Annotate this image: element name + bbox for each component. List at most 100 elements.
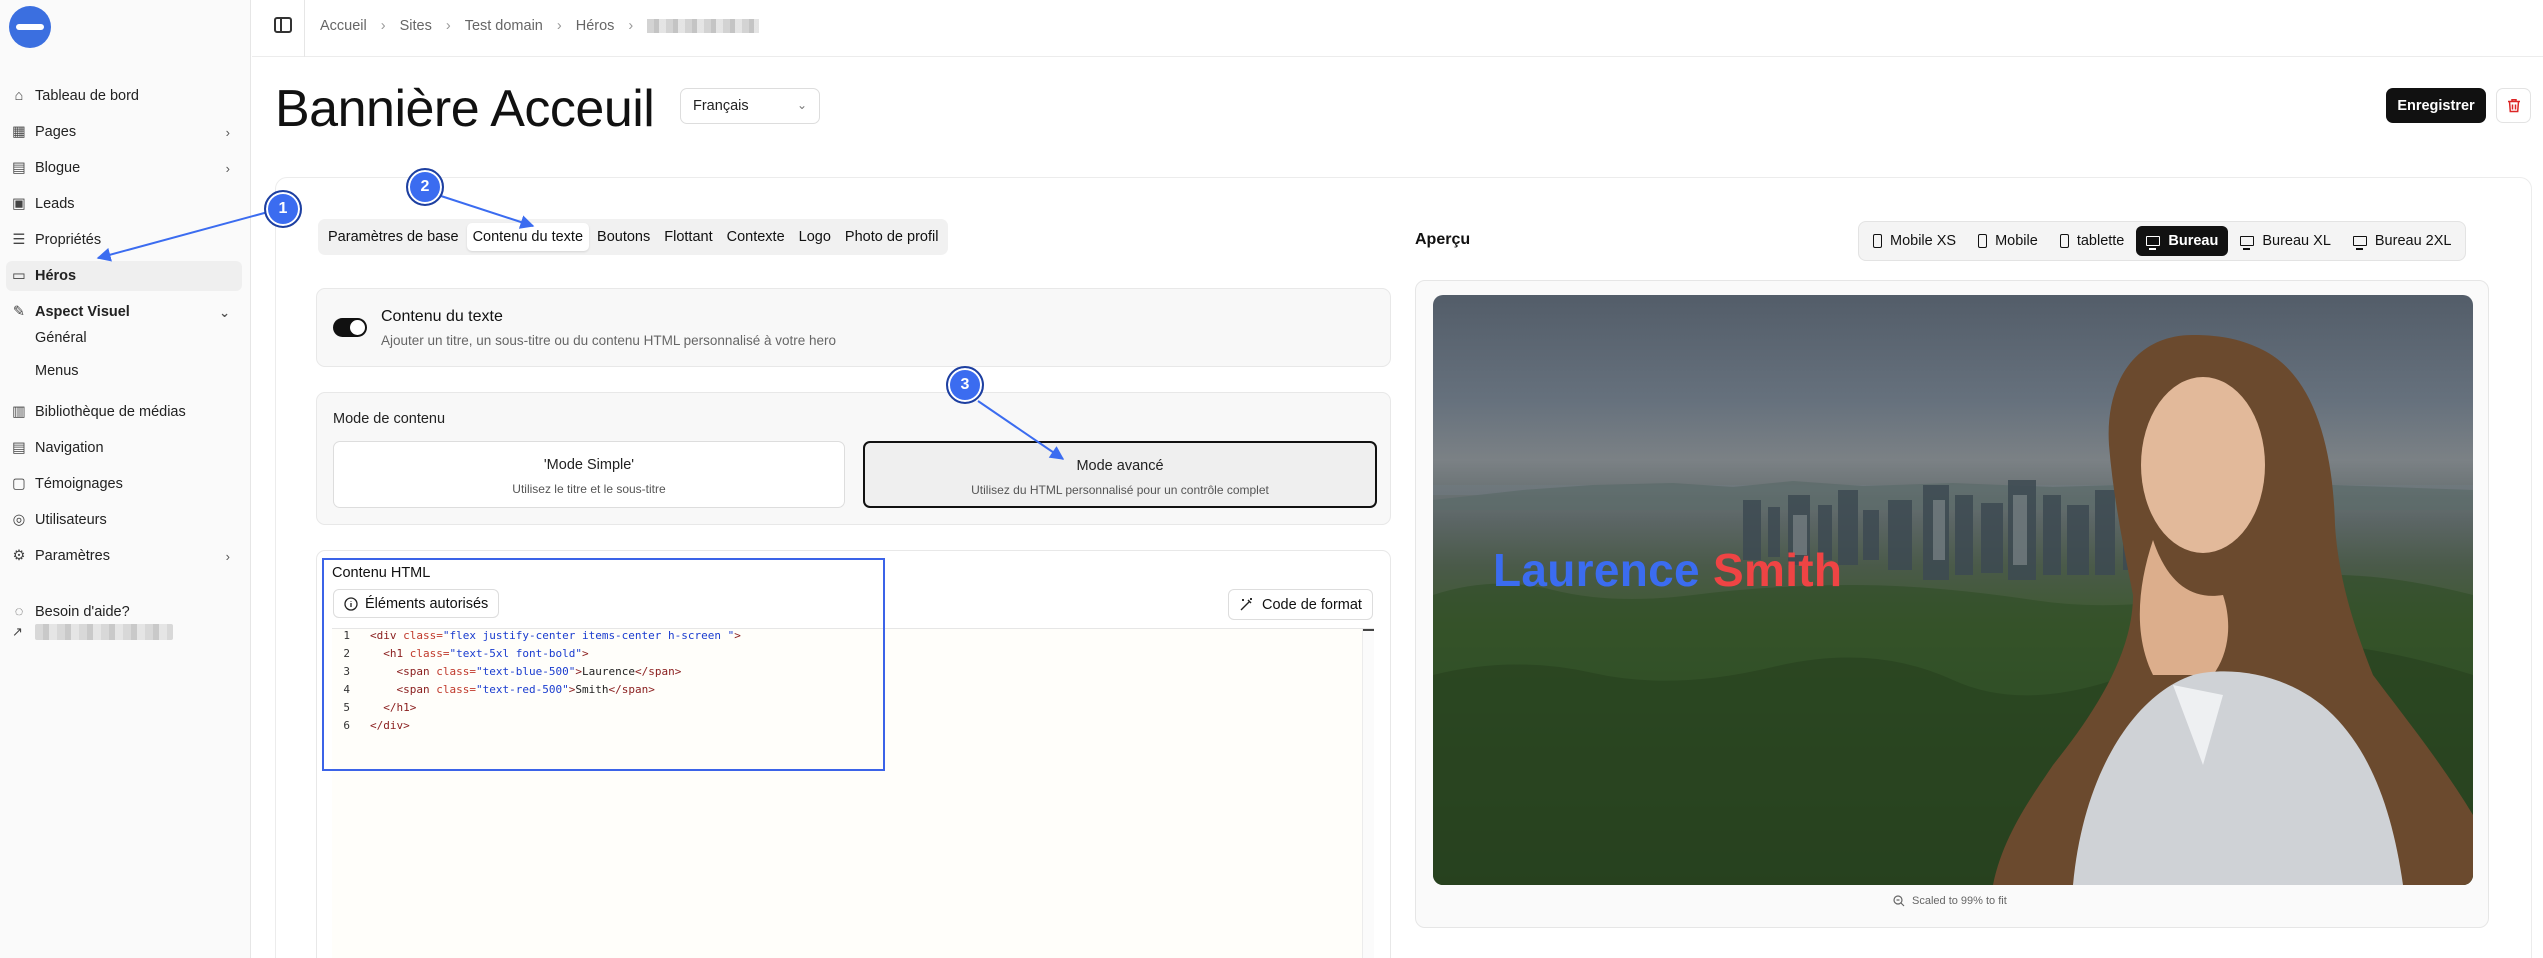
language-select[interactable]: Français ⌄ xyxy=(680,88,820,124)
scale-note: Scaled to 99% to fit xyxy=(1893,895,2007,907)
tab-contexte[interactable]: Contexte xyxy=(721,223,791,251)
breadcrumb-item[interactable]: Test domain xyxy=(465,18,543,34)
home-icon: ⌂ xyxy=(14,88,24,104)
sidebar-item-leads[interactable]: ▣ Leads xyxy=(6,189,242,219)
hero-preview: Laurence Smith xyxy=(1433,295,2473,885)
sidebar-item-param-tres[interactable]: ⚙ Paramètres › xyxy=(6,541,242,571)
sidebar-item-label: Bibliothèque de médias xyxy=(35,404,186,420)
sidebar-item-t-moignages[interactable]: ▢ Témoignages xyxy=(6,469,242,499)
content-mode-label: Mode de contenu xyxy=(333,411,446,427)
tab-bar: Paramètres de base Contenu du texte Bouton… xyxy=(318,219,949,255)
sidebar-item-pages[interactable]: ▦ Pages › xyxy=(6,117,242,147)
sidebar-item-utilisateurs[interactable]: ◎ Utilisateurs xyxy=(6,505,242,535)
phone-icon xyxy=(2059,234,2069,248)
sidebar-item-besoin-d-aide-[interactable]: ◌ Besoin d'aide? xyxy=(6,597,242,627)
annotation-marker-2: 2 xyxy=(406,168,444,206)
sidebar-item-propri-t-s[interactable]: ☰ Propriétés xyxy=(6,225,242,255)
navigation-icon: ▤ xyxy=(12,440,26,456)
device-bureau-xl[interactable]: Bureau XL xyxy=(2230,226,2341,256)
monitor-icon xyxy=(2240,236,2255,250)
sidebar-item-navigation[interactable]: ▤ Navigation xyxy=(6,433,242,463)
sidebar-item-label: Tableau de bord xyxy=(35,88,139,104)
sidebar-item-label: Témoignages xyxy=(35,476,123,492)
leads-icon: ▣ xyxy=(12,196,26,212)
sidebar-toggle-icon[interactable] xyxy=(274,17,292,33)
tab-param-tres-de-base[interactable]: Paramètres de base xyxy=(322,223,465,251)
preview-title: Aperçu xyxy=(1415,231,1471,248)
app-logo[interactable] xyxy=(9,6,51,48)
tab-logo[interactable]: Logo xyxy=(793,223,837,251)
simple-mode-option[interactable]: 'Mode Simple' Utilisez le titre et le so… xyxy=(333,441,845,508)
sidebar-item-h-ros[interactable]: ▭ Héros xyxy=(6,261,242,291)
chevron-right-icon: › xyxy=(225,125,230,140)
device-bureau-2xl[interactable]: Bureau 2XL xyxy=(2343,226,2462,256)
sidebar-item-label: Leads xyxy=(35,196,75,212)
sidebar-item-label: Propriétés xyxy=(35,232,102,248)
device-mobile-xs[interactable]: Mobile XS xyxy=(1863,226,1966,256)
sidebar-item-label: Héros xyxy=(35,268,77,284)
annotation-highlight-box xyxy=(322,558,885,771)
redacted-link[interactable] xyxy=(35,624,173,640)
device-mobile[interactable]: Mobile xyxy=(1968,226,2048,256)
divider xyxy=(304,0,305,57)
help-icon: ◌ xyxy=(14,604,24,620)
tab-boutons[interactable]: Boutons xyxy=(591,223,656,251)
sidebar-item-biblioth-que-de-m-dias[interactable]: ▥ Bibliothèque de médias xyxy=(6,397,242,427)
chevron-down-icon: ⌄ xyxy=(219,305,230,320)
breadcrumb-item[interactable]: Héros xyxy=(576,18,615,34)
trash-icon xyxy=(2507,99,2520,113)
format-code-label: Code de format xyxy=(1262,596,1362,613)
pages-icon: ▦ xyxy=(12,124,26,140)
page-title: Bannière Acceuil xyxy=(275,80,655,138)
text-content-switch[interactable] xyxy=(333,318,367,337)
users-icon: ◎ xyxy=(12,512,26,528)
simple-mode-subtitle: Utilisez le titre et le sous-titre xyxy=(512,482,666,496)
sidebar-item-label: Aspect Visuel xyxy=(35,304,130,320)
device-label: Bureau XL xyxy=(2262,233,2331,249)
device-label: Mobile xyxy=(1995,233,2038,249)
tab-photo-de-profil[interactable]: Photo de profil xyxy=(839,223,945,251)
chevron-down-icon: ⌄ xyxy=(796,98,807,112)
advanced-mode-option[interactable]: Mode avancé Utilisez du HTML personnalis… xyxy=(863,441,1377,508)
sidebar-item-label: Utilisateurs xyxy=(35,512,107,528)
sidebar-item-label: Blogue xyxy=(35,160,81,176)
editor-scrollbar[interactable] xyxy=(1362,629,1374,958)
sidebar-item-label: Pages xyxy=(35,124,77,140)
text-content-description: Ajouter un titre, un sous-titre ou du co… xyxy=(381,333,836,348)
device-tablette[interactable]: tablette xyxy=(2050,226,2135,256)
text-content-title: Contenu du texte xyxy=(381,308,503,325)
scale-note-text: Scaled to 99% to fit xyxy=(1912,895,2007,907)
sidebar-item-label: Navigation xyxy=(35,440,104,456)
breadcrumb-item[interactable]: Accueil xyxy=(320,18,367,34)
annotation-marker-1: 1 xyxy=(264,190,302,228)
sidebar: ⌂ Tableau de bord ▦ Pages › ▤ Blogue › ▣ Leads ☰ Pr… xyxy=(0,0,251,958)
sidebar-subitem-menus[interactable]: Menus xyxy=(35,363,79,379)
breadcrumb: Accueil › Sites › Test domain › Héros › xyxy=(320,18,760,34)
breadcrumb-separator-icon: › xyxy=(556,18,562,34)
phone-icon xyxy=(1873,234,1882,248)
topbar: Accueil › Sites › Test domain › Héros › xyxy=(252,0,2543,57)
language-select-value: Français xyxy=(693,98,749,114)
tab-contenu-du-texte[interactable]: Contenu du texte xyxy=(466,223,590,251)
breadcrumb-current-redacted xyxy=(647,19,760,33)
tab-flottant[interactable]: Flottant xyxy=(658,223,718,251)
format-code-button[interactable]: Code de format xyxy=(1228,589,1373,620)
breadcrumb-separator-icon: › xyxy=(445,18,451,34)
breadcrumb-item[interactable]: Sites xyxy=(400,18,432,34)
advanced-mode-subtitle: Utilisez du HTML personnalisé pour un co… xyxy=(971,483,1269,497)
breadcrumb-separator-icon: › xyxy=(380,18,386,34)
sidebar-item-label: Besoin d'aide? xyxy=(35,604,130,620)
magic-wand-icon xyxy=(1240,598,1252,611)
monitor-icon xyxy=(2146,236,2161,250)
save-button[interactable]: Enregistrer xyxy=(2386,88,2486,123)
device-switcher: Mobile XS Mobile tablette Bureau Bureau XL Bu… xyxy=(1858,221,2467,261)
sidebar-item-blogue[interactable]: ▤ Blogue › xyxy=(6,153,242,183)
delete-button[interactable] xyxy=(2496,88,2531,123)
sidebar-subitem-g-n-ral[interactable]: Général xyxy=(35,330,87,346)
hero-heading: Laurence Smith xyxy=(1493,543,1842,597)
sidebar-item-aspect-visuel[interactable]: ✎ Aspect Visuel ⌄ xyxy=(6,297,242,327)
sidebar-item-tableau-de-bord[interactable]: ⌂ Tableau de bord xyxy=(6,81,242,111)
device-bureau[interactable]: Bureau xyxy=(2136,226,2229,256)
hero-last-name: Smith xyxy=(1713,544,1843,596)
testimonials-icon: ▢ xyxy=(12,476,26,492)
